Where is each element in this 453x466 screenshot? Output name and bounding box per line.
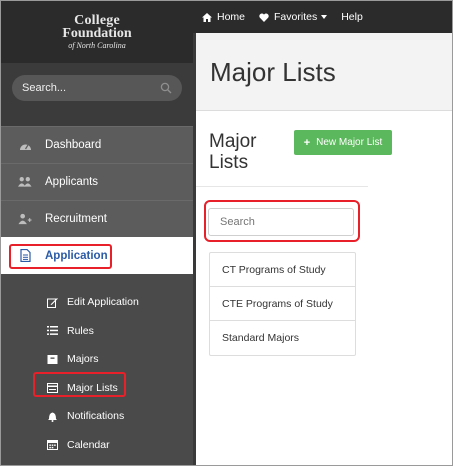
bell-icon <box>47 411 58 422</box>
app-window: College Foundation of North Carolina Sea… <box>0 0 453 466</box>
calendar-icon <box>47 439 58 451</box>
sidebar-subnav: Edit Application Rules Majors Major List… <box>1 274 193 459</box>
subnav-item-majors[interactable]: Majors <box>1 345 193 374</box>
users-icon <box>18 175 32 189</box>
list-item[interactable]: Standard Majors <box>210 321 355 355</box>
edit-icon <box>47 297 58 308</box>
home-link[interactable]: Home <box>202 11 245 23</box>
callout-search <box>204 200 360 242</box>
help-link[interactable]: Help <box>341 11 363 23</box>
panel-title: Major Lists <box>209 131 257 174</box>
callout-major-lists <box>33 372 126 397</box>
heart-icon <box>259 13 269 22</box>
new-major-list-button[interactable]: + New Major List <box>294 130 392 155</box>
main-content: Major Lists + New Major List CT Programs… <box>196 111 452 465</box>
subnav-item-notifications[interactable]: Notifications <box>1 402 193 431</box>
user-plus-icon <box>18 212 32 226</box>
logo-area[interactable]: College Foundation of North Carolina <box>1 1 193 63</box>
search-icon[interactable] <box>160 82 172 94</box>
sidebar-item-applicants[interactable]: Applicants <box>1 163 193 200</box>
favorites-dropdown[interactable]: Favorites <box>259 11 328 23</box>
home-icon <box>202 12 212 22</box>
top-navbar: Home Favorites Help <box>193 1 452 33</box>
major-lists-list: CT Programs of Study CTE Programs of Stu… <box>209 252 356 356</box>
caret-down-icon <box>321 15 328 19</box>
plus-icon: + <box>303 136 311 149</box>
page-title: Major Lists <box>210 57 336 87</box>
subnav-item-calendar[interactable]: Calendar <box>1 431 193 460</box>
sidebar-search-area: Search... <box>1 63 193 115</box>
subnav-item-rules[interactable]: Rules <box>1 317 193 346</box>
list-item[interactable]: CTE Programs of Study <box>210 287 355 321</box>
page-header: Major Lists <box>193 33 452 111</box>
sidebar-search-input[interactable]: Search... <box>12 75 182 101</box>
subnav-item-edit-application[interactable]: Edit Application <box>1 288 193 317</box>
college-foundation-logo: College Foundation of North Carolina <box>62 13 132 50</box>
box-icon <box>47 354 58 365</box>
list-item[interactable]: CT Programs of Study <box>210 253 355 287</box>
callout-application <box>9 244 112 269</box>
list-icon <box>47 325 58 336</box>
dashboard-icon <box>18 138 32 152</box>
sidebar-item-recruitment[interactable]: Recruitment <box>1 200 193 237</box>
sidebar-item-dashboard[interactable]: Dashboard <box>1 126 193 163</box>
